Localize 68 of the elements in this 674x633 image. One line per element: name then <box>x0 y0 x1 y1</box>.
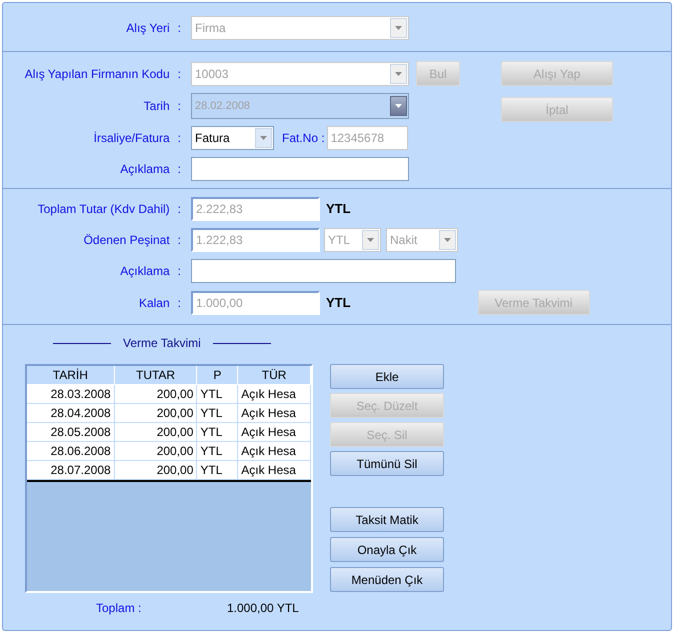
table-cell: 28.03.2008 <box>27 385 115 404</box>
dropdown-arrow-icon <box>395 26 402 30</box>
table-cell: Açık Hesa <box>238 404 311 423</box>
field-label: Tarih <box>144 98 170 115</box>
table-cell: 28.05.2008 <box>27 423 115 442</box>
colon: : <box>178 201 181 218</box>
total-value: 1.000,00 YTL <box>227 600 299 617</box>
colon: : <box>178 66 181 82</box>
field-label: Alış Yapılan Firmanın Kodu <box>24 66 170 82</box>
dropdown-arrow-icon <box>395 72 402 76</box>
field-label: Kalan <box>138 294 170 312</box>
action-button[interactable]: Onayla Çık <box>330 537 444 562</box>
dropdown-arrow-icon <box>260 136 267 140</box>
column-header[interactable]: P <box>197 366 238 385</box>
table-cell: Açık Hesa <box>238 385 311 404</box>
dropdown-value: YTL <box>328 232 352 249</box>
input-field[interactable] <box>191 157 409 181</box>
colon: : <box>178 130 181 147</box>
table-cell: 200,00 <box>114 404 198 423</box>
section-title: Verme Takvimi <box>122 335 202 352</box>
colon: : <box>178 161 181 178</box>
table-cell: 200,00 <box>114 461 198 480</box>
table-cell: YTL <box>197 442 238 461</box>
table-cell: 28.07.2008 <box>27 461 115 480</box>
table-cell: 200,00 <box>114 423 198 442</box>
colon: : <box>178 232 181 249</box>
column-header[interactable]: TARİH <box>27 366 115 385</box>
table-cell: YTL <box>197 404 238 423</box>
action-button[interactable]: Tümünü Sil <box>330 451 444 476</box>
table-cell: 200,00 <box>114 442 198 461</box>
dropdown-value: Fatura <box>195 130 231 147</box>
table-cell: Açık Hesa <box>238 442 311 461</box>
action-button[interactable]: Taksit Matik <box>330 507 444 532</box>
column-header[interactable]: TÜR <box>238 366 311 385</box>
field-label: Açıklama <box>120 263 170 280</box>
table-cell: YTL <box>197 461 238 480</box>
currency-label: YTL <box>326 200 351 218</box>
dropdown-arrow-icon <box>367 238 374 242</box>
dropdown-arrow-icon <box>444 238 451 242</box>
colon: : <box>178 98 181 115</box>
dropdown-value: 10003 <box>195 66 230 82</box>
currency-label: YTL <box>326 294 351 312</box>
action-button[interactable]: Menüden Çık <box>330 567 444 592</box>
table-cell: YTL <box>197 385 238 404</box>
table-cell: Açık Hesa <box>238 461 311 480</box>
colon: : <box>178 20 181 37</box>
table-cell: Açık Hesa <box>238 423 311 442</box>
table-cell: 200,00 <box>114 385 198 404</box>
action-button[interactable]: Ekle <box>330 364 444 389</box>
field-label: Açıklama <box>120 161 170 178</box>
dropdown-value: Firma <box>195 20 227 37</box>
field-label: Alış Yeri <box>126 20 170 37</box>
date-value: 28.02.2008 <box>195 98 252 114</box>
table-cell: 28.06.2008 <box>27 442 115 461</box>
total-label: Toplam : <box>96 600 142 617</box>
colon: : <box>178 263 181 280</box>
field-label: Fat.No : <box>282 130 325 147</box>
table-cell: YTL <box>197 423 238 442</box>
field-label: İrsaliye/Fatura <box>94 130 170 147</box>
input-field[interactable] <box>191 259 456 283</box>
table-cell: 28.04.2008 <box>27 404 115 423</box>
field-label: Ödenen Peşinat <box>84 232 170 249</box>
field-label: Toplam Tutar (Kdv Dahil) <box>38 201 170 218</box>
column-header[interactable]: TUTAR <box>114 366 198 385</box>
dropdown-value: Nakit <box>390 232 418 249</box>
dropdown[interactable]: Fatura <box>191 126 274 150</box>
dropdown-arrow-icon <box>395 104 402 108</box>
colon: : <box>178 294 181 312</box>
